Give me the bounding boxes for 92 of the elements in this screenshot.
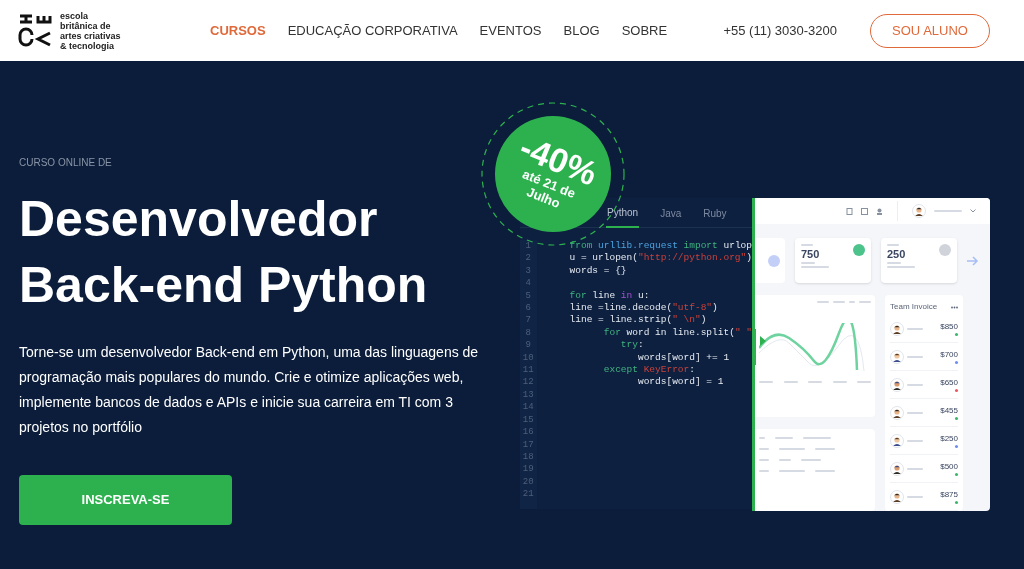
invoice-amount: $650	[940, 377, 958, 387]
code-line: for word in line.split(" "	[602, 326, 752, 338]
copy-icon[interactable]	[846, 207, 853, 215]
phone-number: +55 (11) 3030-3200	[723, 21, 837, 40]
stat-value: 750	[801, 248, 821, 260]
text-line	[775, 437, 793, 439]
line-number: 16	[522, 426, 534, 439]
invoice-amount: $455	[940, 405, 958, 415]
line-number: 11	[522, 364, 534, 377]
text-line	[934, 210, 962, 212]
text-line	[907, 467, 923, 470]
text-line	[815, 448, 835, 450]
text-line	[833, 301, 845, 303]
text-line	[759, 381, 773, 383]
text-line	[887, 266, 915, 268]
avatar-icon	[890, 321, 904, 336]
cup-icon	[768, 254, 780, 267]
code-line: u = urlopen("http://python.org")	[569, 252, 752, 264]
avatar-icon	[890, 433, 904, 448]
text-line	[779, 448, 805, 450]
avatar-icon	[890, 405, 904, 420]
text-line	[815, 470, 835, 472]
text-line	[808, 381, 822, 383]
text-line	[832, 381, 847, 383]
text-line	[801, 244, 813, 246]
text-line	[907, 327, 923, 330]
line-number: 19	[522, 463, 534, 476]
language-tab[interactable]: Python	[606, 198, 640, 228]
text-line	[907, 411, 923, 414]
nav-link[interactable]: SOBRE	[621, 20, 668, 41]
line-number: 1	[525, 240, 531, 253]
eyebrow-text: CURSO ONLINE DE	[19, 156, 113, 170]
avatar-icon	[912, 204, 926, 218]
grid-icon[interactable]	[861, 207, 868, 215]
arrow-right-icon[interactable]	[967, 255, 979, 266]
code-line: words[word] = 1	[636, 376, 724, 388]
line-number: 12	[522, 376, 534, 389]
invoice-amount: $500	[940, 461, 958, 471]
line-number: 18	[522, 450, 534, 464]
line-number: 13	[522, 388, 534, 402]
text-line	[887, 262, 901, 264]
text-line	[801, 262, 815, 264]
line-number: 17	[522, 438, 534, 451]
text-line	[801, 266, 829, 268]
text-line	[779, 459, 791, 461]
invoice-amount: $700	[940, 349, 958, 359]
more-icon[interactable]	[951, 305, 958, 309]
code-line: except KeyError:	[602, 363, 695, 375]
text-line	[779, 470, 805, 472]
hero-title: Desenvolvedor Back-end Python	[19, 190, 429, 315]
language-tab[interactable]: Ruby	[702, 198, 728, 228]
invoice-amount: $850	[940, 321, 958, 331]
nav-link[interactable]: EVENTOS	[479, 20, 542, 41]
code-line: try:	[619, 339, 644, 351]
logo-icon	[18, 12, 52, 49]
avatar-icon	[890, 377, 904, 392]
text-line	[887, 244, 899, 246]
line-number: 15	[522, 413, 534, 427]
text-line	[803, 437, 831, 439]
code-line: words[word] += 1	[636, 351, 730, 363]
code-line: line = line.strip(" \n")	[569, 314, 707, 326]
nav-link[interactable]: EDUCAÇÃO CORPORATIVA	[287, 20, 458, 41]
line-number: 7	[525, 314, 531, 327]
stat-value: 250	[887, 248, 907, 260]
avatar-icon	[890, 349, 904, 364]
text-line	[857, 381, 871, 383]
text-line	[907, 439, 923, 442]
text-line	[783, 381, 798, 383]
text-line	[817, 301, 829, 303]
invoice-amount: $875	[940, 489, 958, 499]
line-number: 21	[522, 488, 534, 501]
line-number: 14	[522, 401, 534, 414]
text-line	[907, 383, 923, 386]
text-line	[907, 495, 923, 498]
hero-description: Torne-se um desenvolvedor Back-end em Python, uma das linguagens de programação mais populares do mundo. Crie e otimize aplicações web, implemente bancos de dados e APIs e inicie sua carreira em TI com 3 projetos no portfólio	[19, 343, 480, 437]
code-line: line =line.decode("utf-8")	[569, 301, 718, 313]
text-line	[907, 355, 923, 358]
avatar-icon	[890, 489, 904, 504]
invoice-amount: $250	[940, 433, 958, 443]
nav-link[interactable]: BLOG	[563, 20, 600, 41]
invoice-title: Team Invoice	[890, 301, 938, 313]
logo-text: escola britânica de artes criativas & tecnologia	[60, 10, 121, 51]
language-tab[interactable]: Java	[659, 198, 683, 228]
user-icon[interactable]	[876, 207, 883, 215]
code-line: for line in u:	[569, 289, 650, 301]
text-line	[801, 459, 821, 461]
code-line: from urllib.request import urlop	[569, 240, 752, 251]
text-line	[859, 301, 871, 303]
chevron-down-icon[interactable]	[970, 209, 976, 213]
line-number: 10	[522, 351, 534, 365]
avatar-icon	[890, 461, 904, 476]
code-line: words = {}	[569, 264, 627, 276]
